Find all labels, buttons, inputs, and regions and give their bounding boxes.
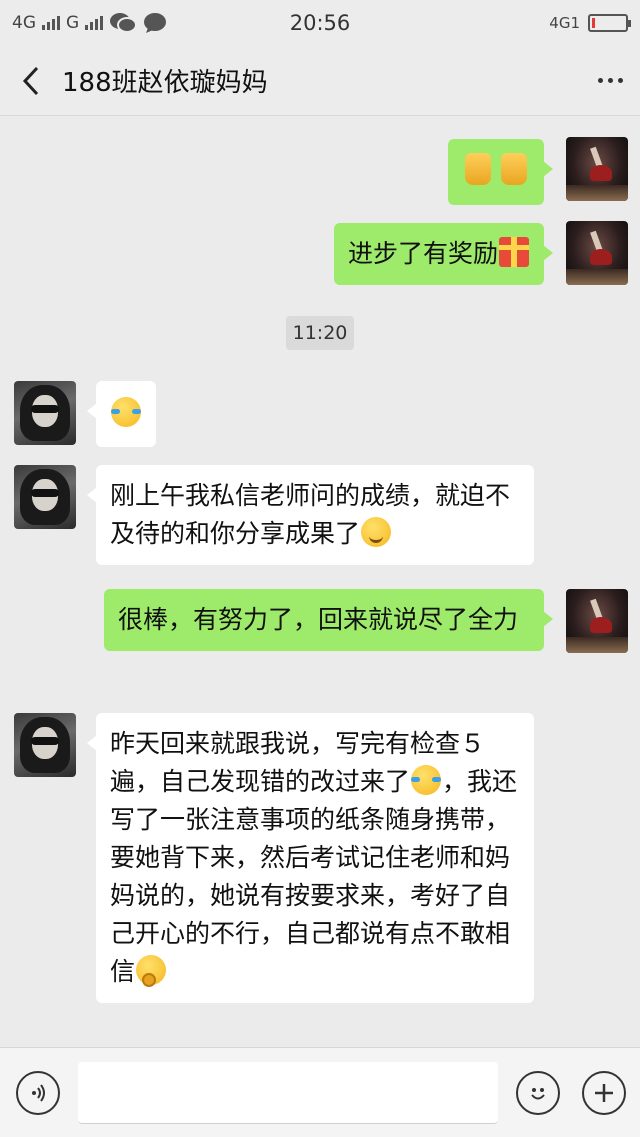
input-bar <box>0 1047 640 1137</box>
timestamp: 11:20 <box>286 316 354 350</box>
message-text: 进步了有奖励 <box>347 239 498 268</box>
smiley-icon <box>531 1088 545 1100</box>
message-input[interactable] <box>78 1062 498 1124</box>
grin-icon <box>361 517 392 547</box>
contact-avatar[interactable] <box>14 465 76 529</box>
message-bubble-outgoing[interactable] <box>448 139 553 205</box>
contact-avatar[interactable] <box>14 381 76 445</box>
message-bubble-outgoing[interactable]: 很棒，有努力了，回来就说尽了全力 <box>104 589 553 651</box>
thinking-icon <box>136 955 167 987</box>
more-dot <box>617 78 623 83</box>
tears-of-joy-icon <box>111 397 141 427</box>
gift-icon <box>499 237 529 267</box>
more-dot <box>597 78 603 83</box>
message-text: 很棒，有努力了，回来就说尽了全力 <box>118 605 519 634</box>
contact-avatar[interactable] <box>14 713 76 777</box>
thumbs-up-icon <box>501 153 527 185</box>
emoji-button[interactable] <box>516 1071 560 1115</box>
status-time: 20:56 <box>289 11 351 35</box>
more-dot <box>607 78 613 83</box>
chat-area[interactable]: 进步了有奖励 11:20 刚上午我私信老师问的成绩，就迫不及待的和你分享成果了 … <box>0 117 640 1047</box>
message-bubble-incoming[interactable]: 刚上午我私信老师问的成绩，就迫不及待的和你分享成果了 <box>87 465 534 565</box>
voice-icon <box>32 1084 45 1102</box>
tears-of-joy-icon <box>411 765 442 795</box>
message-bubble-outgoing[interactable]: 进步了有奖励 <box>333 223 554 285</box>
message-bubble-incoming[interactable]: 昨天回来就跟我说，写完有检查５遍，自己发现错的改过来了 ，我还写了一张注意事项的纸… <box>87 713 534 1003</box>
message-text-continued: ，我还写了一张注意事项的纸条随身携带，要她背下来，然后考试记住老师和妈妈说的，她… <box>110 767 518 986</box>
chevron-left-icon <box>22 66 39 95</box>
battery-level <box>592 18 595 28</box>
my-avatar[interactable] <box>566 137 628 201</box>
more-button[interactable] <box>580 46 640 116</box>
more-functions-button[interactable] <box>582 1071 626 1115</box>
thumbs-up-icon <box>465 153 492 185</box>
message-bubble-incoming[interactable] <box>87 381 156 447</box>
battery-icon <box>588 14 631 32</box>
chat-header: 188班赵依璇妈妈 <box>0 46 640 116</box>
status-bar: 4G G 20:56 4G1 <box>0 0 640 46</box>
message-text: 刚上午我私信老师问的成绩，就迫不及待的和你分享成果了 <box>110 481 511 548</box>
my-avatar[interactable] <box>566 589 628 653</box>
voice-button[interactable] <box>16 1071 60 1115</box>
chat-title: 188班赵依璇妈妈 <box>62 68 268 98</box>
plus-icon <box>595 1084 613 1102</box>
back-button[interactable] <box>0 46 62 116</box>
my-avatar[interactable] <box>566 221 628 285</box>
